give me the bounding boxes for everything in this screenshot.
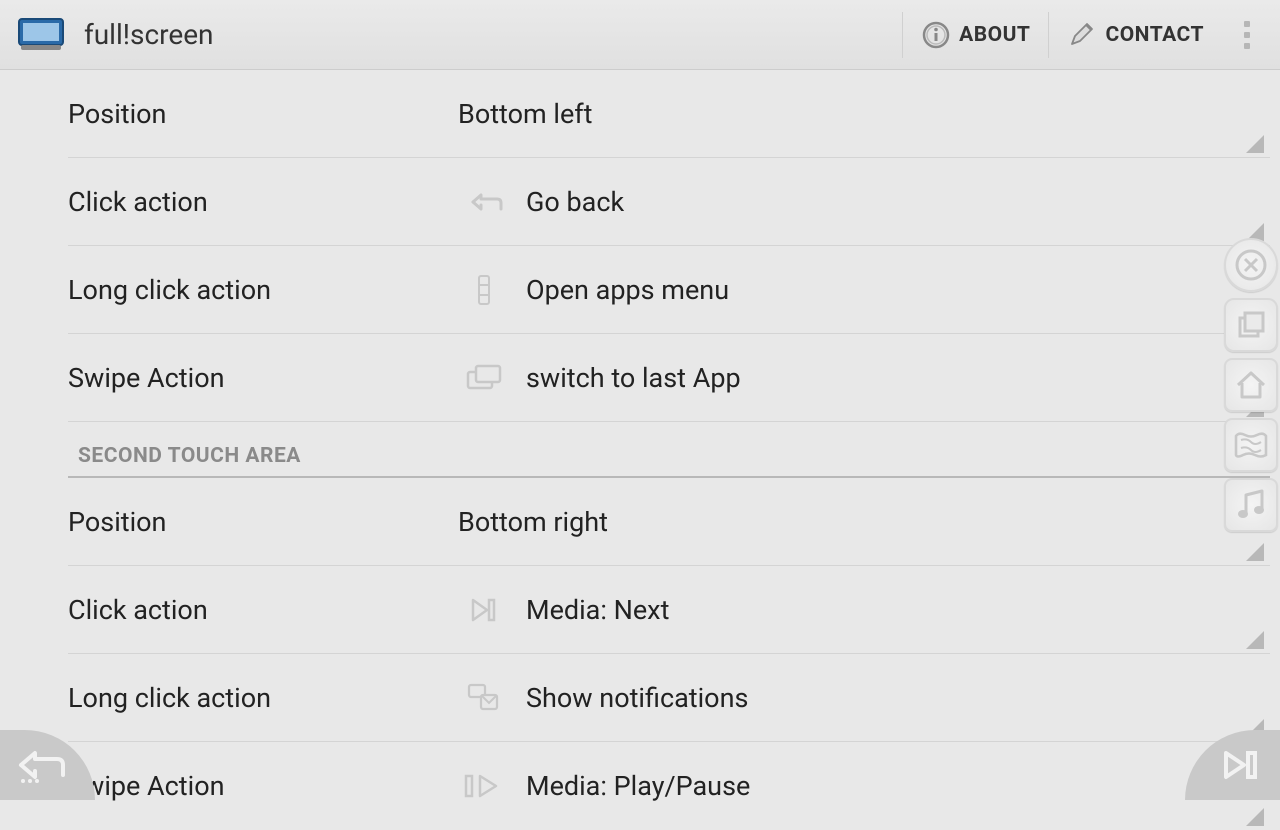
side-home-button[interactable] [1224,358,1278,412]
dropdown-indicator-icon [1246,135,1264,153]
row-value: Bottom left [458,98,593,130]
row-swipe-action: Swipe Action switch to last App [68,334,1270,422]
music-note-icon [1234,487,1268,523]
about-button[interactable]: ABOUT [902,12,1048,58]
back-arrow-icon [458,182,508,222]
click-action-spinner[interactable]: Go back [448,158,1270,245]
media-next-icon [1218,745,1262,785]
long-click-action-spinner[interactable]: Open apps menu [448,246,1270,333]
dropdown-indicator-icon [1246,631,1264,649]
row-label: Position [68,70,448,157]
play-pause-icon [458,766,508,806]
app-title: full!screen [84,18,902,51]
row-label: Swipe Action [68,334,448,421]
dropdown-indicator-icon [1246,543,1264,561]
contact-label: CONTACT [1105,23,1204,47]
swipe-action-2-spinner[interactable]: Media: Play/Pause [448,742,1270,830]
action-bar: full!screen ABOUT CONTACT [0,0,1280,70]
row-click-action: Click action Go back [68,158,1270,246]
side-map-button[interactable] [1224,418,1278,472]
swipe-action-spinner[interactable]: switch to last App [448,334,1270,421]
overflow-menu-button[interactable] [1232,21,1262,49]
row-value: Open apps menu [526,274,729,306]
row-value: Media: Next [526,594,669,626]
row-position: Position Bottom left [68,70,1270,158]
pencil-icon [1067,20,1097,50]
row-label: Position [68,478,448,565]
row-long-click-action-2: Long click action Show notifications [68,654,1270,742]
settings-list: Position Bottom left Click action Go bac… [0,70,1280,830]
notifications-icon [458,678,508,718]
contact-button[interactable]: CONTACT [1048,12,1222,58]
side-close-button[interactable] [1224,238,1278,292]
close-circle-icon [1234,248,1268,282]
click-action-2-spinner[interactable]: Media: Next [448,566,1270,653]
row-click-action-2: Click action Media: Next [68,566,1270,654]
floating-side-panel [1222,238,1280,532]
side-recent-button[interactable] [1224,298,1278,352]
position-2-spinner[interactable]: Bottom right [448,478,1270,565]
row-value: Show notifications [526,682,748,714]
row-label: Long click action [68,246,448,333]
row-swipe-action-2: Swipe Action Media: Play/Pause [68,742,1270,830]
row-value: switch to last App [526,362,741,394]
map-icon [1233,428,1269,462]
row-label: Swipe Action [68,742,448,830]
row-long-click-action: Long click action Open apps menu [68,246,1270,334]
media-next-icon [458,590,508,630]
section-header-second-touch: SECOND TOUCH AREA [68,438,1270,478]
row-value: Media: Play/Pause [526,770,750,802]
apps-menu-icon [458,270,508,310]
row-value: Go back [526,186,624,218]
switch-app-icon [458,358,508,398]
row-value: Bottom right [458,506,608,538]
side-music-button[interactable] [1224,478,1278,532]
app-icon [18,18,64,52]
home-icon [1234,368,1268,402]
recent-apps-icon [1235,309,1267,341]
long-click-action-2-spinner[interactable]: Show notifications [448,654,1270,741]
row-position-2: Position Bottom right [68,478,1270,566]
row-label: Long click action [68,654,448,741]
back-icon [13,745,69,785]
dropdown-indicator-icon [1246,808,1264,826]
about-label: ABOUT [959,23,1030,47]
info-icon [921,20,951,50]
row-label: Click action [68,158,448,245]
row-label: Click action [68,566,448,653]
position-spinner[interactable]: Bottom left [448,70,1270,157]
